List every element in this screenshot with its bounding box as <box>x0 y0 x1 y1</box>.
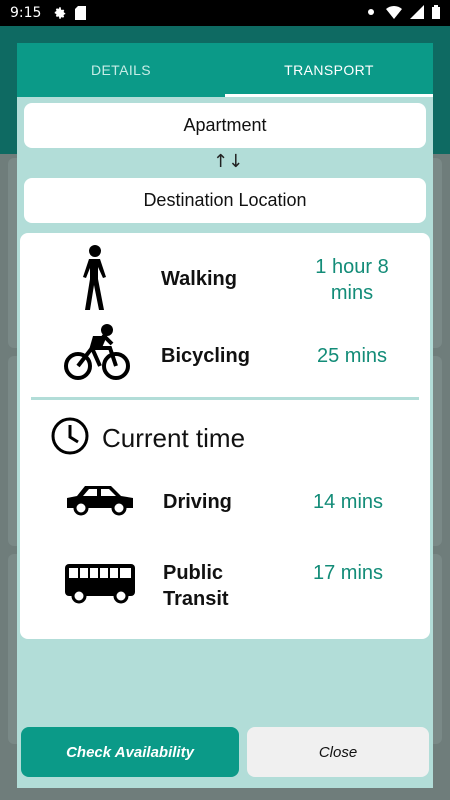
status-time: 9:15 <box>10 5 42 21</box>
signal-icon <box>410 4 424 22</box>
notch-icon <box>364 5 378 22</box>
walking-label: Walking <box>161 268 237 290</box>
wifi-icon <box>386 5 402 22</box>
transport-dialog: DETAILS TRANSPORT Apartment ↑↓ Destinati… <box>17 43 433 788</box>
transport-times-card: Walking 1 hour 8 mins Bicycling 25 mins <box>20 233 430 639</box>
swap-icon[interactable]: ↑↓ <box>213 151 243 172</box>
bicycling-time: 25 mins <box>316 345 388 367</box>
bus-icon <box>62 561 138 605</box>
driving-label: Driving <box>163 491 232 513</box>
gear-icon <box>53 6 67 20</box>
time-selector-label: Current time <box>102 423 246 453</box>
car-icon <box>62 481 138 517</box>
walking-icon <box>72 243 118 313</box>
bicycle-icon <box>62 321 132 383</box>
tab-bar: DETAILS TRANSPORT <box>17 43 433 97</box>
transit-time: 17 mins <box>312 562 384 584</box>
driving-time: 14 mins <box>312 491 384 513</box>
transit-label: Public Transit <box>163 562 229 610</box>
sd-card-icon <box>75 6 87 20</box>
clock-icon <box>50 416 90 461</box>
time-selector[interactable]: Current time <box>50 416 245 461</box>
check-availability-button[interactable]: Check Availability <box>21 727 239 777</box>
divider <box>31 397 419 400</box>
bicycling-label: Bicycling <box>161 345 250 367</box>
close-button[interactable]: Close <box>247 727 429 777</box>
walking-time: 1 hour 8 mins <box>315 256 389 304</box>
origin-field[interactable]: Apartment <box>24 103 426 148</box>
tab-details[interactable]: DETAILS <box>17 43 225 97</box>
status-bar: 9:15 <box>0 0 450 26</box>
battery-icon <box>432 4 440 22</box>
tab-transport[interactable]: TRANSPORT <box>225 43 433 97</box>
destination-field[interactable]: Destination Location <box>24 178 426 223</box>
